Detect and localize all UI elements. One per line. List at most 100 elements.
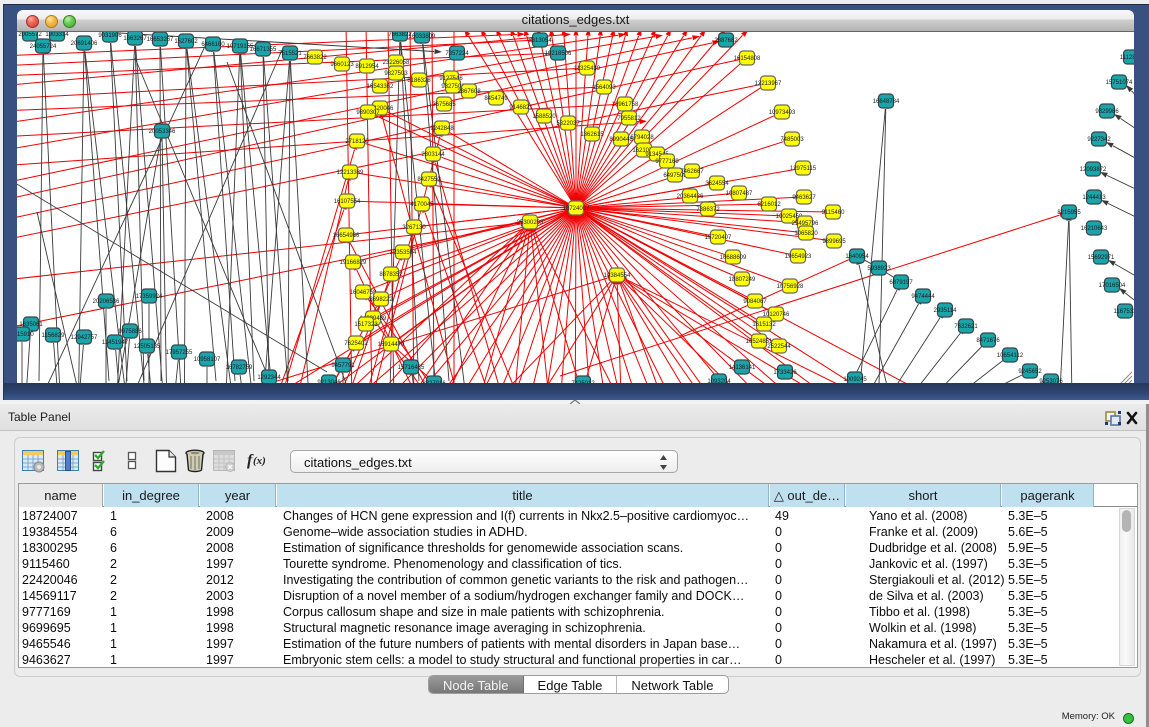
svg-text:17016504: 17016504 [1099,283,1126,289]
svg-text:18807249: 18807249 [729,277,756,283]
svg-text:9031906: 9031906 [98,33,122,39]
svg-text:20053346: 20053346 [149,129,176,135]
svg-text:8813054: 8813054 [528,38,552,44]
svg-text:20691406: 20691406 [71,41,98,47]
svg-text:6216012: 6216012 [757,202,781,208]
svg-text:9777169: 9777169 [655,159,679,165]
svg-text:15751074: 15751074 [1106,80,1133,86]
svg-text:1903314: 1903314 [45,32,69,38]
svg-text:15720407: 15720407 [705,235,732,241]
svg-text:3915910: 3915910 [17,332,34,338]
svg-text:9463627: 9463627 [792,195,816,201]
svg-text:9084067: 9084067 [743,299,767,305]
svg-text:12942757: 12942757 [71,335,98,341]
svg-text:6466160: 6466160 [201,42,225,48]
svg-text:16648784: 16648784 [873,99,900,105]
svg-text:8912954: 8912954 [355,64,379,70]
svg-text:7632621: 7632621 [954,324,978,330]
svg-text:3624554: 3624554 [705,181,729,187]
svg-text:24055724: 24055724 [30,44,57,50]
svg-text:12975115: 12975115 [790,166,817,172]
svg-text:10756928: 10756928 [777,284,804,290]
svg-text:9242848: 9242848 [430,126,454,132]
svg-text:8215955: 8215955 [1057,210,1081,216]
svg-text:1615132: 1615132 [752,322,776,328]
svg-text:16154808: 16154808 [734,56,761,62]
svg-text:1733426: 1733426 [773,370,797,376]
svg-text:9329966: 9329966 [1095,109,1119,115]
svg-text:14136141: 14136141 [729,365,756,371]
svg-text:16671355: 16671355 [250,47,277,53]
svg-text:11451947: 11451947 [102,340,129,346]
svg-text:8471676: 8471676 [976,338,1000,344]
svg-text:1292344: 1292344 [257,375,281,381]
svg-text:6794028: 6794028 [630,135,654,141]
svg-text:9474444: 9474444 [911,294,935,300]
svg-text:9227342: 9227342 [1087,137,1111,143]
svg-text:16914479: 16914479 [378,342,405,348]
svg-text:9890307: 9890307 [356,110,380,116]
svg-text:10654112: 10654112 [997,353,1024,359]
svg-text:4170045: 4170045 [410,202,434,208]
svg-text:1517323: 1517323 [354,322,378,328]
svg-text:19218506: 19218506 [545,51,572,57]
svg-text:16654966: 16654966 [333,233,360,239]
svg-text:1065820: 1065820 [794,231,818,237]
svg-text:23226058: 23226058 [383,60,410,66]
svg-text:1244413: 1244413 [1082,195,1106,201]
svg-text:25300203: 25300203 [517,220,544,226]
svg-text:2803144: 2803144 [421,152,445,158]
svg-text:1564093: 1564093 [592,85,616,91]
svg-text:10973493: 10973493 [769,110,796,116]
svg-text:7955812: 7955812 [617,116,641,122]
svg-text:18724007: 18724007 [563,206,590,212]
svg-text:20364436: 20364436 [677,194,704,200]
svg-text:12213389: 12213389 [337,170,364,176]
svg-text:1156829: 1156829 [42,333,66,339]
svg-text:7663822: 7663822 [303,55,327,61]
svg-text:2718120: 2718120 [345,139,369,145]
svg-text:1527602: 1527602 [174,39,198,45]
svg-text:8186328: 8186328 [407,78,431,84]
svg-text:6879197: 6879197 [889,280,913,286]
svg-text:9115460: 9115460 [822,210,846,216]
svg-text:16782759: 16782759 [226,365,253,371]
svg-text:11325419: 11325419 [574,66,601,72]
svg-text:(x): (x) [253,455,266,467]
svg-text:16653267: 16653267 [147,37,174,43]
svg-text:12093872: 12093872 [1080,167,1107,173]
svg-text:9245652: 9245652 [1018,369,1042,375]
svg-text:2522544: 2522544 [767,344,791,350]
svg-text:8427552: 8427552 [417,177,441,183]
svg-text:16046758: 16046758 [350,290,377,296]
svg-text:10688609: 10688609 [720,255,747,261]
svg-text:1112840: 1112840 [1120,55,1134,61]
svg-text:16033809: 16033809 [409,34,436,40]
svg-text:16107554: 16107554 [334,199,361,205]
svg-text:9899695: 9899695 [822,239,846,245]
svg-text:7462667: 7462667 [680,169,704,175]
svg-text:12353594: 12353594 [390,250,417,256]
svg-text:8698222: 8698222 [369,297,393,303]
svg-text:3675685: 3675685 [432,102,456,108]
svg-text:7485003: 7485003 [780,137,804,143]
svg-text:20206536: 20206536 [93,299,120,305]
svg-text:1167533: 1167533 [1114,309,1134,315]
svg-text:7357224: 7357224 [445,51,469,57]
svg-text:1663267: 1663267 [123,36,147,42]
svg-text:9975886: 9975886 [118,329,142,335]
svg-text:8454749: 8454749 [484,96,508,102]
svg-text:2935114: 2935114 [934,308,958,314]
svg-text:12213967: 12213967 [755,81,782,87]
svg-text:2005572: 2005572 [18,32,42,38]
svg-text:5322037: 5322037 [556,121,580,127]
svg-text:17957255: 17957255 [166,350,193,356]
svg-text:12505135: 12505135 [134,344,161,350]
svg-text:7515521: 7515521 [278,51,302,57]
svg-text:9457791: 9457791 [331,363,355,369]
svg-text:7386372: 7386372 [696,207,720,213]
svg-text:9827503: 9827503 [384,71,408,77]
svg-text:19166829: 19166829 [340,260,367,266]
svg-text:16210643: 16210643 [1081,226,1108,232]
svg-text:10958107: 10958107 [194,357,221,363]
